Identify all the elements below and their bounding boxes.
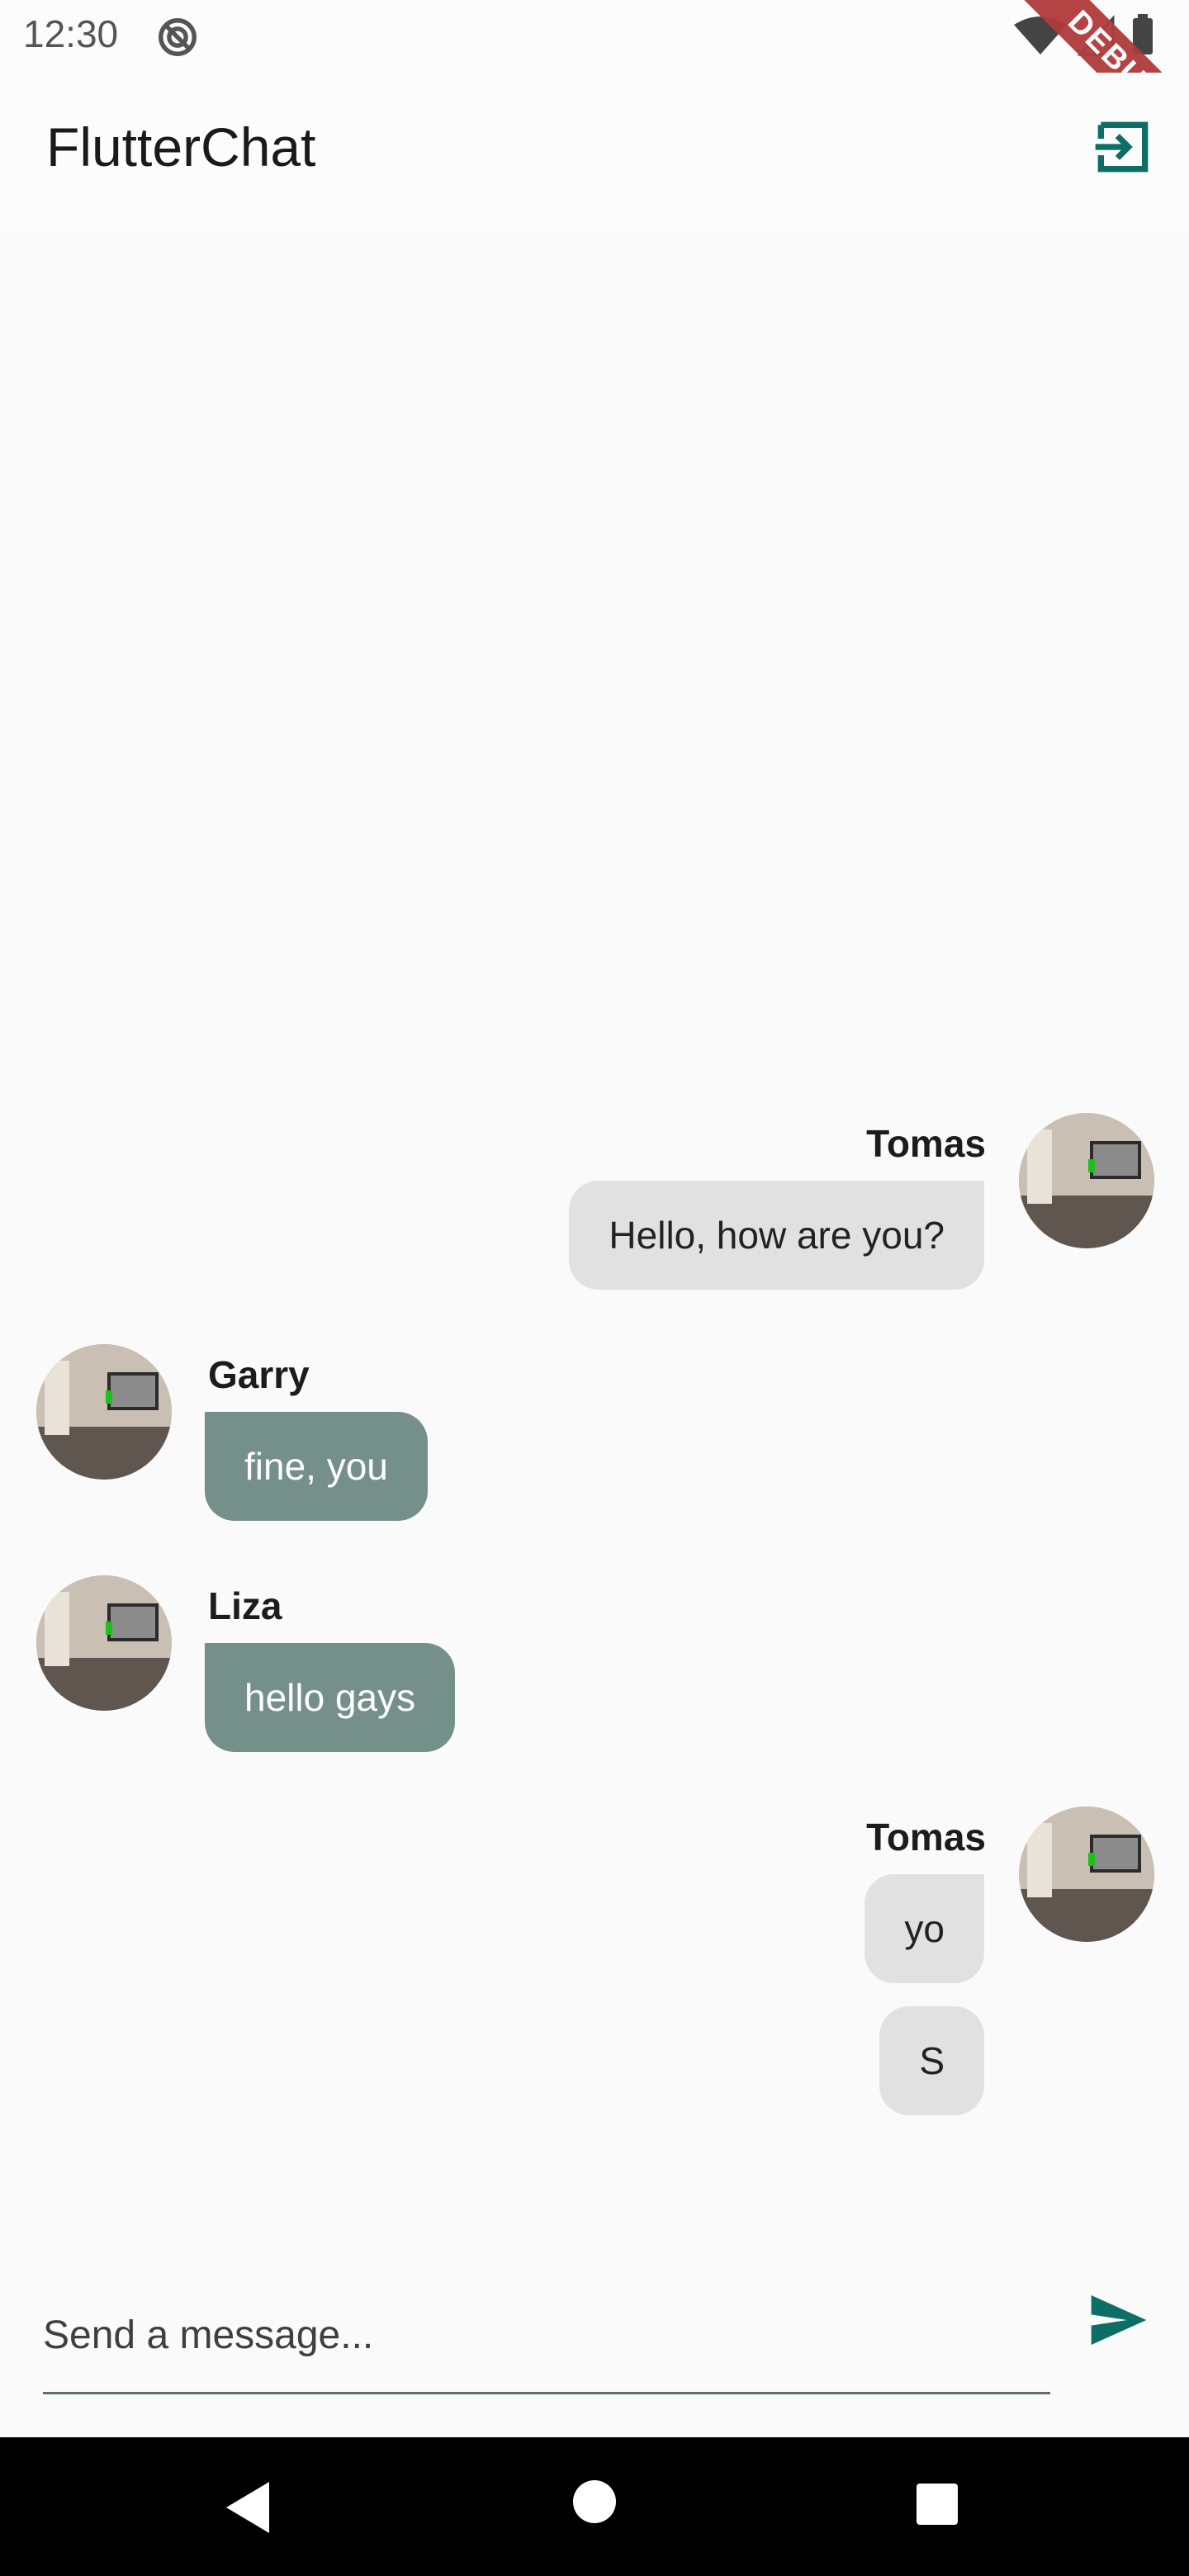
avatar <box>1019 1113 1154 1248</box>
app-bar: FlutterChat <box>0 73 1189 230</box>
message-bubble[interactable]: Hello, how are you? <box>569 1181 984 1290</box>
avatar <box>1019 1807 1154 1942</box>
avatar-image <box>36 1344 172 1480</box>
recent-apps-icon[interactable] <box>915 2482 959 2526</box>
avatar-image <box>1019 1113 1154 1248</box>
message-bubble[interactable]: fine, you <box>205 1412 428 1521</box>
avatar <box>36 1575 172 1711</box>
avatar <box>36 1344 172 1480</box>
send-icon[interactable] <box>1082 2287 1156 2353</box>
sync-off-icon <box>159 18 197 56</box>
message-sender: Liza <box>208 1584 282 1627</box>
message-sender: Garry <box>208 1353 310 1396</box>
message-sender: Tomas <box>866 1816 986 1859</box>
status-bar: 12:30 <box>0 0 1189 73</box>
system-nav-bar <box>0 2437 1189 2576</box>
message-bubble[interactable]: yo <box>865 1874 984 1983</box>
avatar-image <box>1019 1807 1154 1942</box>
avatar-image <box>36 1575 172 1711</box>
message-bubble[interactable]: hello gays <box>205 1643 456 1752</box>
logout-icon[interactable] <box>1090 114 1156 180</box>
message-bubble[interactable]: S <box>879 2006 984 2115</box>
status-time: 12:30 <box>23 12 119 55</box>
message-input[interactable] <box>43 2279 1050 2394</box>
back-icon[interactable] <box>223 2479 272 2536</box>
message-sender: Tomas <box>866 1122 986 1165</box>
app-title: FlutterChat <box>46 116 316 178</box>
home-icon[interactable] <box>571 2479 618 2525</box>
